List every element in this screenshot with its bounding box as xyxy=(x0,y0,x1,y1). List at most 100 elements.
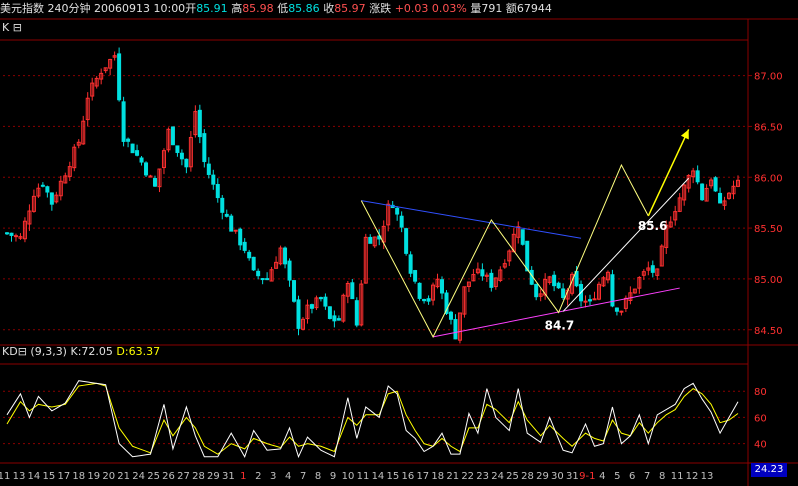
candle-body xyxy=(525,240,530,272)
candle-body xyxy=(713,177,718,192)
low-point-label: 84.7 xyxy=(545,318,575,332)
candle-body xyxy=(448,311,453,320)
candle-body xyxy=(408,254,413,274)
candle-body xyxy=(197,109,202,138)
candle-body xyxy=(440,279,445,294)
date-tick-label: 10 xyxy=(342,471,355,482)
white-trendline xyxy=(562,177,690,312)
date-tick-label: 11 xyxy=(671,471,684,482)
candle-body xyxy=(184,158,189,168)
candle-body xyxy=(224,213,229,217)
candle-body xyxy=(287,260,292,281)
candle-body xyxy=(413,270,418,282)
date-tick-label: 11 xyxy=(357,471,370,482)
volume-value: 791 xyxy=(481,2,503,15)
candle-body xyxy=(256,270,261,277)
candle-body xyxy=(135,150,140,156)
date-tick-label: 22 xyxy=(461,471,474,482)
candle-body xyxy=(404,228,409,254)
price-tick-label: 85.00 xyxy=(754,275,783,286)
candle-body xyxy=(583,300,588,303)
low-label: 低 xyxy=(277,2,289,15)
amount-value: 67944 xyxy=(516,2,552,15)
price-tick-label: 85.50 xyxy=(754,224,783,235)
change-pct: 0.03% xyxy=(431,2,467,15)
date-tick-label: 25 xyxy=(147,471,160,482)
date-tick-label: 31 xyxy=(222,471,235,482)
period-label[interactable]: 240分钟 xyxy=(48,2,91,15)
date-tick-label: 9 xyxy=(330,471,336,482)
date-tick-label: 12 xyxy=(686,471,699,482)
candle-body xyxy=(179,152,184,160)
candle-body xyxy=(309,304,314,309)
candle-body xyxy=(350,282,355,300)
date-tick-label: 30 xyxy=(551,471,564,482)
date-tick-label: 13 xyxy=(13,471,26,482)
price-tick-label: 86.50 xyxy=(754,122,783,133)
d-value: 63.37 xyxy=(128,345,161,358)
kd-corner-value: 24.23 xyxy=(751,463,787,477)
candle-body xyxy=(9,232,14,236)
candle-body xyxy=(426,298,431,302)
date-tick-label: 16 xyxy=(401,471,414,482)
candle-body xyxy=(144,162,149,176)
date-tick-label: 14 xyxy=(28,471,41,482)
candle-body xyxy=(233,229,238,232)
date-tick-label: 18 xyxy=(72,471,85,482)
candle-body xyxy=(130,143,135,154)
date-tick-label: 5 xyxy=(614,471,620,482)
candle-body xyxy=(5,232,9,235)
open-label: 开 xyxy=(185,2,197,15)
date-tick-label: 21 xyxy=(117,471,130,482)
candles xyxy=(5,47,740,344)
kd-panel-toggle-icon[interactable]: ⊟ xyxy=(18,345,27,358)
candle-body xyxy=(260,278,265,281)
k-label: K: xyxy=(70,345,82,358)
candle-body xyxy=(453,319,458,340)
candle-body xyxy=(126,138,131,142)
change-value: +0.03 xyxy=(394,2,429,15)
date-tick-label: 24 xyxy=(132,471,145,482)
kd-params: (9,3,3) xyxy=(30,345,67,358)
date-tick-label: 3 xyxy=(270,471,276,482)
candle-body xyxy=(49,192,54,205)
date-tick-label: 26 xyxy=(162,471,175,482)
date-tick-label: 24 xyxy=(491,471,504,482)
date-tick-label: 9-1 xyxy=(579,471,595,482)
date-tick-label: 7 xyxy=(644,471,650,482)
main-panel-toggle-icon[interactable]: ⊟ xyxy=(13,21,22,34)
candle-body xyxy=(265,278,270,281)
date-tick-label: 28 xyxy=(192,471,205,482)
date-tick-label: 25 xyxy=(506,471,519,482)
date-tick-label: 4 xyxy=(285,471,291,482)
arrow-shaft xyxy=(647,129,690,217)
date-tick-label: 2 xyxy=(255,471,261,482)
date-tick-label: 7 xyxy=(300,471,306,482)
amount-label: 额 xyxy=(505,2,517,15)
date-tick-label: 20 xyxy=(102,471,115,482)
candle-body xyxy=(215,184,220,199)
axes: 84.5085.0085.5086.0086.5087.0040608011 13… xyxy=(0,72,783,482)
high-value: 85.98 xyxy=(242,2,274,15)
blue-trendline xyxy=(361,200,582,239)
high-point-label: 85.6 xyxy=(638,219,668,233)
candle-body xyxy=(718,192,723,204)
date-tick-label: 21 xyxy=(446,471,459,482)
candle-body xyxy=(534,283,539,298)
low-value: 85.86 xyxy=(288,2,320,15)
candle-body xyxy=(220,197,225,213)
date-tick-label: 28 xyxy=(521,471,534,482)
candle-body xyxy=(354,300,359,326)
trend-overlays: 85.6 84.7 xyxy=(360,129,690,338)
candle-body xyxy=(170,126,175,146)
date-tick-label: 8 xyxy=(659,471,665,482)
close-value: 85.97 xyxy=(334,2,366,15)
open-value: 85.91 xyxy=(196,2,228,15)
candle-body xyxy=(619,310,624,313)
candle-body xyxy=(152,178,157,187)
date-tick-label: 23 xyxy=(476,471,489,482)
date-tick-label: 19 xyxy=(87,471,100,482)
candle-body xyxy=(417,282,422,299)
datetime-label: 20060913 10:00 xyxy=(94,2,186,15)
volume-label: 量 xyxy=(470,2,482,15)
